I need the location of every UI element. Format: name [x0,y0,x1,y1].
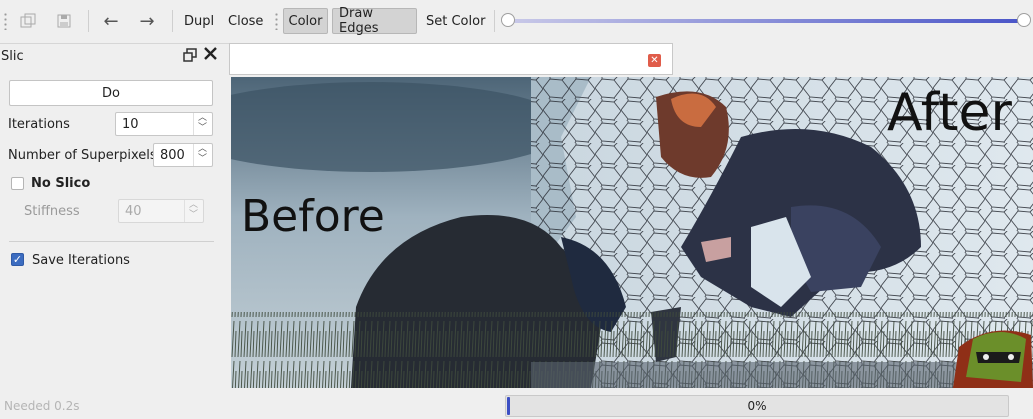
image-viewer: ✕ Before After [229,43,1033,393]
toolbar-separator [172,10,173,32]
copy-icon[interactable] [16,8,40,34]
close-dock-icon[interactable] [203,46,218,65]
toolbar: ← → Dupl Close Color Draw Edges Set Colo… [0,0,1033,44]
color-toggle-button[interactable]: Color [283,8,328,34]
divider [9,241,214,242]
close-tab-icon[interactable]: ✕ [648,54,661,67]
image-tab[interactable]: ✕ [229,43,673,75]
dock-title-bar: Slic [0,46,229,66]
progress-text: 0% [747,399,767,413]
duplicate-button[interactable]: Dupl [178,8,220,34]
superpixels-value: 800 [160,148,185,163]
needed-time-text: Needed 0.2s [4,399,80,413]
after-label: After [887,83,1012,143]
toolbar-separator [494,10,495,32]
no-slico-label: No Slico [31,176,91,191]
do-button[interactable]: Do [9,80,213,106]
forward-arrow-icon[interactable]: → [134,8,160,34]
dock-title: Slic [1,49,24,64]
spin-down-icon[interactable]: ﹀ [198,155,207,164]
save-iterations-label: Save Iterations [32,253,130,268]
draw-edges-toggle-button[interactable]: Draw Edges [332,6,417,36]
save-iterations-checkbox[interactable]: ✓ [11,253,24,266]
spin-up-icon[interactable]: ︿ [198,114,207,123]
stiffness-value: 40 [125,204,142,219]
spin-down-icon: ﹀ [189,210,199,220]
toolbar-grip[interactable] [275,12,278,30]
stiffness-label: Stiffness [24,204,80,219]
set-color-button[interactable]: Set Color [420,8,491,34]
float-dock-icon[interactable] [183,48,197,66]
spin-down-icon[interactable]: ﹀ [198,124,207,133]
iterations-label: Iterations [8,117,70,132]
toolbar-grip[interactable] [4,12,7,30]
iterations-spinbox[interactable]: 10 ︿ ﹀ [115,112,213,136]
close-button[interactable]: Close [222,8,269,34]
superpixels-label: Number of Superpixels [8,148,157,163]
superpixels-spinbox[interactable]: 800 ︿ ﹀ [153,143,213,167]
save-icon[interactable] [52,8,76,34]
slider-track[interactable] [508,19,1025,23]
no-slico-checkbox[interactable] [11,177,24,190]
spin-up-icon: ︿ [189,200,199,210]
slider-right-handle[interactable] [1017,13,1031,27]
iterations-value: 10 [122,117,139,132]
stiffness-spinbox[interactable]: 40 ︿ ﹀ [118,199,204,223]
image-canvas[interactable]: Before After [231,77,1033,388]
progress-bar: 0% [505,395,1009,417]
toolbar-separator [88,10,89,32]
back-arrow-icon[interactable]: ← [98,8,124,34]
before-label: Before [241,191,385,242]
slider-left-handle[interactable] [501,13,515,27]
spin-up-icon[interactable]: ︿ [198,145,207,154]
